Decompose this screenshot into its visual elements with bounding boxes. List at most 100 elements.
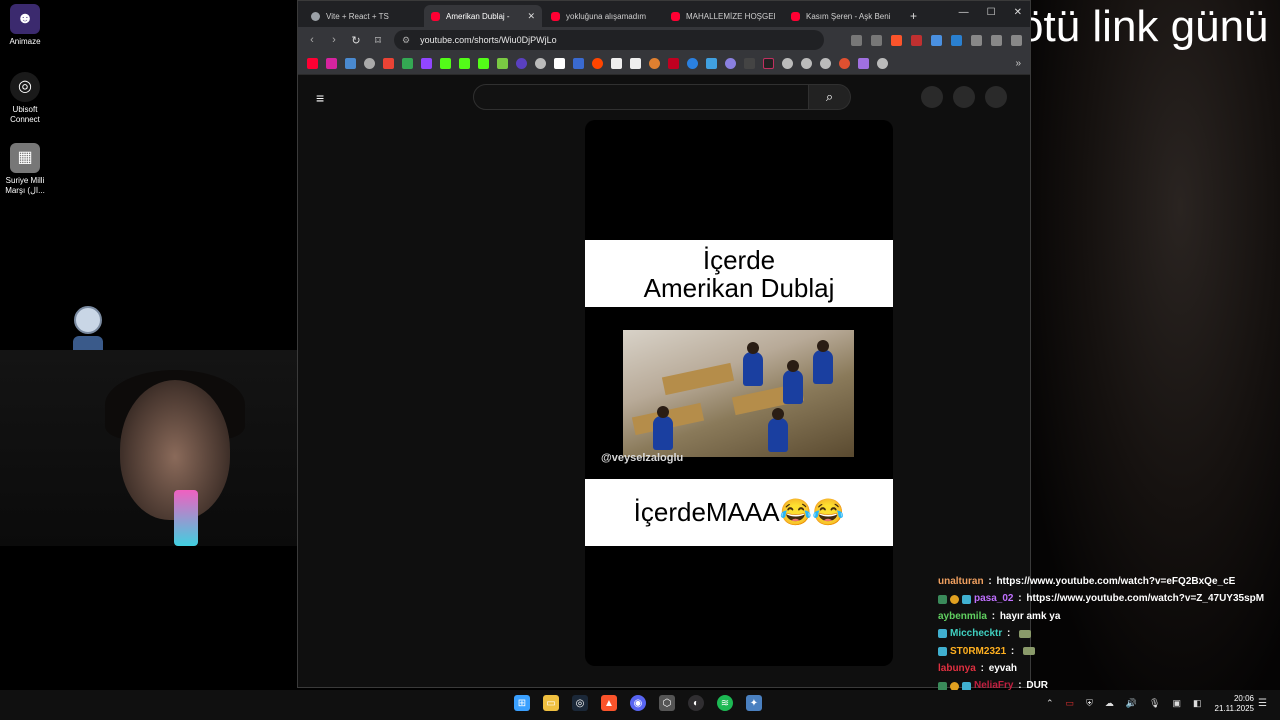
header-actions <box>921 86 1007 108</box>
web-bookmark-icon[interactable] <box>782 58 793 69</box>
app-settings-icon[interactable]: ✦ <box>746 695 762 711</box>
chat-message: Miccheckt​r : <box>938 625 1278 642</box>
youtube-favicon-icon <box>791 11 800 21</box>
tab-vite[interactable]: Vite + React + TS <box>304 5 422 27</box>
badge-icon <box>950 594 959 604</box>
bookmark-icon[interactable] <box>497 58 508 69</box>
notifications-button[interactable] <box>953 86 975 108</box>
brave-icon[interactable]: ▲ <box>601 695 617 711</box>
close-window-button[interactable]: ✕ <box>1014 7 1022 18</box>
bookmark-icon[interactable] <box>858 58 869 69</box>
bookmark-icon[interactable] <box>535 58 546 69</box>
puzzle-icon[interactable] <box>991 34 1002 46</box>
bookmark-icon[interactable] <box>611 58 622 69</box>
new-tab-button[interactable]: + <box>910 5 917 27</box>
kick-bookmark-icon[interactable] <box>478 58 489 69</box>
stream-chat: unalturan : https://www.youtube.com/watc… <box>938 573 1278 695</box>
url-field[interactable]: ⚙ youtube.com/shorts/Wiu0DjPWjLo <box>394 30 824 50</box>
gmail-bookmark-icon[interactable] <box>383 58 394 69</box>
x-bookmark-icon[interactable] <box>554 58 565 69</box>
tab-mahallemize[interactable]: MAHALLEMİZE HOŞGEL <box>664 5 782 27</box>
close-tab-icon[interactable]: ✕ <box>527 11 535 22</box>
desktop-icon-ubisoft[interactable]: ◎ Ubisoft Connect <box>2 72 48 125</box>
extension-icon[interactable] <box>971 34 982 46</box>
forward-button[interactable]: › <box>328 34 340 46</box>
microphone <box>174 490 198 546</box>
extension-icon[interactable] <box>951 34 962 46</box>
drive-bookmark-icon[interactable] <box>402 58 413 69</box>
bookmark-icon[interactable] <box>668 58 679 69</box>
site-info-icon[interactable]: ⚙ <box>402 35 410 46</box>
file-explorer-icon[interactable]: ▭ <box>543 695 559 711</box>
kick-bookmark-icon[interactable] <box>440 58 451 69</box>
bookmark-icon[interactable] <box>687 58 698 69</box>
extension-icon[interactable] <box>931 34 942 46</box>
tab-amerikan-dublaj[interactable]: Amerikan Dublaj - ✕ <box>424 5 542 27</box>
bookmark-icon[interactable] <box>345 58 356 69</box>
volume-icon[interactable]: 🔊 <box>1126 698 1137 709</box>
reddit-bookmark-icon[interactable] <box>592 58 603 69</box>
create-button[interactable] <box>921 86 943 108</box>
chat-username: aybenmila <box>938 610 987 622</box>
bookmark-icon[interactable] <box>839 58 850 69</box>
chat-username: labunya <box>938 663 976 675</box>
bookmark-icon[interactable] <box>573 58 584 69</box>
twitch-bookmark-icon[interactable] <box>421 58 432 69</box>
bookmark-button[interactable]: ⌑ <box>372 34 384 47</box>
obs-icon[interactable]: ◐ <box>688 695 704 711</box>
chat-username: unalturan <box>938 576 984 587</box>
tray-app-icon[interactable]: ▭ <box>1066 698 1075 709</box>
emote-icon <box>1019 629 1032 638</box>
amazon-bookmark-icon[interactable] <box>630 58 641 69</box>
search-input[interactable] <box>473 84 809 110</box>
reload-button[interactable]: ↻ <box>350 34 362 47</box>
tab-kasim-seren[interactable]: Kasım Şeren - Aşk Beni <box>784 5 902 27</box>
bookmark-icon[interactable] <box>744 58 755 69</box>
speaker-icon[interactable]: ◧ <box>1193 698 1202 709</box>
web-bookmark-icon[interactable] <box>877 58 888 69</box>
brave-shield-icon[interactable] <box>891 34 902 46</box>
instagram-bookmark-icon[interactable] <box>326 58 337 69</box>
desktop-icon-animaze[interactable]: ☻ Animaze <box>2 4 48 47</box>
bookmark-icon[interactable] <box>516 58 527 69</box>
tab-yokluguna[interactable]: yokluğuna alışamadım <box>544 5 662 27</box>
extension-icon[interactable] <box>911 34 922 46</box>
share-icon[interactable] <box>871 34 882 46</box>
web-bookmark-icon[interactable] <box>801 58 812 69</box>
clock-time: 20:06 <box>1233 694 1254 703</box>
chat-text: https://www.youtube.com/watch?v=eFQ2BxQe… <box>996 576 1236 587</box>
system-clock[interactable]: 20:06 21.11.2025 <box>1210 694 1254 714</box>
url-text: youtube.com/shorts/Wiu0DjPWjLo <box>420 35 557 45</box>
kick-bookmark-icon[interactable] <box>459 58 470 69</box>
microphone-icon[interactable]: 🎙 <box>1149 698 1160 709</box>
bookmark-icon[interactable] <box>725 58 736 69</box>
more-bookmarks-icon[interactable]: » <box>1015 58 1021 69</box>
spotify-icon[interactable]: ≋ <box>717 695 733 711</box>
web-bookmark-icon[interactable] <box>820 58 831 69</box>
tray-cloud-icon[interactable]: ☁ <box>1105 698 1114 709</box>
web-bookmark-icon[interactable] <box>364 58 375 69</box>
minimize-button[interactable]: — <box>959 7 969 18</box>
shorts-video-player[interactable]: İçerde Amerikan Dublaj @veyselzaloglu İç… <box>585 120 893 666</box>
display-icon[interactable]: ▣ <box>1172 698 1181 709</box>
bookmark-icon[interactable] <box>649 58 660 69</box>
tray-shield-icon[interactable]: ⛨ <box>1086 698 1093 709</box>
app-cube-icon[interactable]: ⬡ <box>659 695 675 711</box>
discord-icon[interactable]: ◉ <box>630 695 646 711</box>
windows-start-icon[interactable]: ⊞ <box>514 695 530 711</box>
desktop-icon-suriye[interactable]: ▦ Suriye Milli Marşı (ال... <box>2 143 48 196</box>
badge-icon <box>962 594 971 604</box>
cast-icon[interactable] <box>851 34 862 46</box>
notification-icon[interactable]: ☰ <box>1258 698 1267 709</box>
sidebar-icon[interactable] <box>1011 34 1022 46</box>
bookmark-icon[interactable] <box>763 58 774 69</box>
menu-icon[interactable]: ≡ <box>316 90 324 106</box>
bookmark-icon[interactable] <box>706 58 717 69</box>
maximize-button[interactable]: ☐ <box>987 7 996 18</box>
tray-overflow-icon[interactable]: ⌃ <box>1046 698 1054 709</box>
back-button[interactable]: ‹ <box>306 34 318 46</box>
youtube-bookmark-icon[interactable] <box>307 58 318 69</box>
steam-icon[interactable]: ◎ <box>572 695 588 711</box>
search-button[interactable]: ⌕ <box>809 84 851 110</box>
account-avatar[interactable] <box>985 86 1007 108</box>
